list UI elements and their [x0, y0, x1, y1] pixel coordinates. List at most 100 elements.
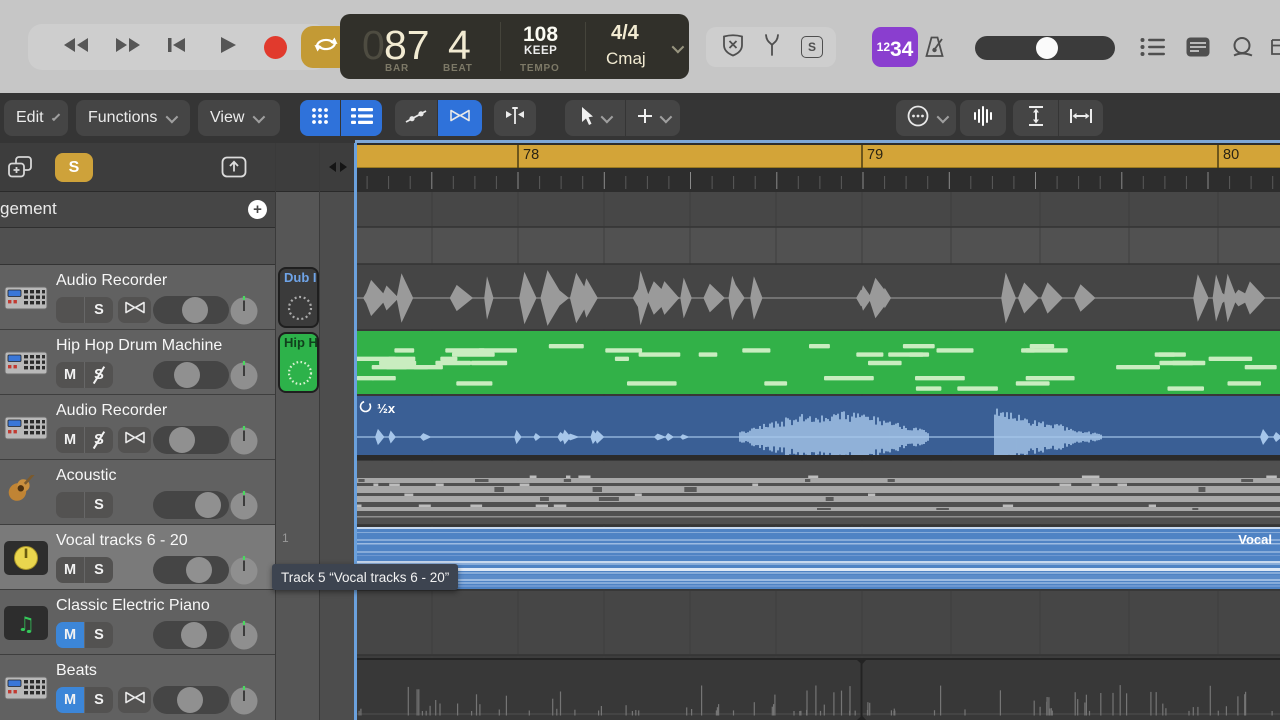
solo-button[interactable]: S: [84, 492, 113, 518]
tuner-button[interactable]: [754, 27, 790, 67]
region-audio-recorder[interactable]: [355, 265, 1280, 329]
track-name[interactable]: Hip Hop Drum Machine: [56, 337, 222, 355]
horizontal-auto-zoom-button[interactable]: [1059, 100, 1103, 136]
play-button[interactable]: [210, 24, 246, 70]
secondary-tool-menu[interactable]: [626, 100, 680, 136]
pointer-tool-menu[interactable]: [565, 100, 625, 136]
lcd-chevron-down-icon[interactable]: [672, 40, 681, 58]
notes-button[interactable]: [1186, 37, 1210, 62]
pan-knob[interactable]: [228, 619, 260, 651]
track-solo-quick-button[interactable]: S: [55, 153, 93, 182]
region-vocal-stack[interactable]: Vocal: [355, 527, 1280, 589]
volume-slider[interactable]: [153, 361, 229, 389]
pan-knob[interactable]: [228, 684, 260, 716]
browser-button[interactable]: [1270, 37, 1280, 62]
functions-menu[interactable]: Functions: [76, 100, 190, 136]
solo-button[interactable]: S: [84, 557, 113, 583]
playhead[interactable]: [354, 143, 357, 720]
rewind-button[interactable]: [56, 24, 96, 70]
live-loops-grid-button[interactable]: [300, 100, 340, 136]
freeze-button[interactable]: [118, 297, 151, 323]
mute-button[interactable]: M: [56, 687, 84, 713]
volume-slider[interactable]: [153, 426, 229, 454]
hide-tracks-button[interactable]: [221, 156, 247, 183]
volume-slider[interactable]: [153, 686, 229, 714]
solo-button[interactable]: S: [84, 687, 113, 713]
solo-button[interactable]: S: [84, 427, 113, 453]
record-button[interactable]: [264, 36, 287, 59]
bar-ruler[interactable]: 787980: [355, 143, 1280, 192]
live-loops-cell-dub[interactable]: Dub I: [278, 267, 319, 328]
flex-button[interactable]: [494, 100, 536, 136]
new-track-button[interactable]: [6, 155, 34, 186]
volume-thumb[interactable]: [174, 362, 200, 388]
more-options-menu[interactable]: [896, 100, 956, 136]
volume-thumb[interactable]: [186, 557, 212, 583]
volume-slider[interactable]: [153, 296, 229, 324]
volume-slider[interactable]: [153, 621, 229, 649]
freeze-button[interactable]: [118, 687, 151, 713]
crossfade-button[interactable]: [438, 100, 482, 136]
solo-button[interactable]: S: [84, 362, 113, 388]
region-hiphop-midi[interactable]: [355, 331, 1280, 394]
loop-browser-button[interactable]: [1229, 36, 1255, 63]
track-name[interactable]: Classic Electric Piano: [56, 597, 210, 615]
track-name[interactable]: Vocal tracks 6 - 20: [56, 532, 188, 550]
vertical-auto-zoom-button[interactable]: [1013, 100, 1058, 136]
volume-thumb[interactable]: [182, 297, 208, 323]
mute-button[interactable]: M: [56, 362, 84, 388]
metronome-button[interactable]: [922, 35, 947, 64]
freeze-button[interactable]: [118, 427, 151, 453]
live-loops-cell-hiphop[interactable]: Hip H: [278, 332, 319, 393]
track-name[interactable]: Audio Recorder: [56, 402, 167, 420]
track-row-4[interactable]: Acoustic S: [0, 460, 275, 525]
mute-button[interactable]: [56, 297, 84, 323]
region-audio-halfspeed[interactable]: ½x: [355, 396, 1280, 455]
pan-knob[interactable]: [228, 294, 260, 326]
region-acoustic[interactable]: [355, 461, 1280, 524]
solo-button[interactable]: S: [84, 297, 113, 323]
volume-thumb[interactable]: [169, 427, 195, 453]
tracks-area[interactable]: ½x Vocal: [355, 192, 1280, 720]
track-row-5-selected[interactable]: Vocal tracks 6 - 20 MS: [0, 525, 275, 590]
track-row-3[interactable]: Audio Recorder MS: [0, 395, 275, 460]
divider-toggle-icon[interactable]: [328, 160, 348, 178]
lcd-display[interactable]: 0 87 4 BAR BEAT 108 KEEP TEMPO 4/4 Cmaj: [340, 14, 689, 79]
volume-thumb[interactable]: [181, 622, 207, 648]
volume-slider[interactable]: [153, 556, 229, 584]
replace-button[interactable]: [714, 27, 752, 67]
automation-button[interactable]: [395, 100, 437, 136]
pan-knob[interactable]: [228, 424, 260, 456]
track-name[interactable]: Beats: [56, 662, 97, 680]
edit-menu[interactable]: Edit: [4, 100, 68, 136]
track-row-2[interactable]: Hip Hop Drum Machine MS: [0, 330, 275, 395]
track-name[interactable]: Audio Recorder: [56, 272, 167, 290]
go-to-beginning-button[interactable]: [158, 24, 194, 70]
volume-slider[interactable]: [153, 491, 229, 519]
track-row-1[interactable]: Audio Recorder S: [0, 265, 275, 330]
master-volume-thumb[interactable]: [1036, 37, 1058, 59]
forward-button[interactable]: [108, 24, 148, 70]
tracks-view-button[interactable]: [341, 100, 382, 136]
solo-mode-button[interactable]: S: [794, 27, 830, 67]
view-menu[interactable]: View: [198, 100, 280, 136]
volume-thumb[interactable]: [177, 687, 203, 713]
mute-button[interactable]: M: [56, 622, 84, 648]
track-row-6[interactable]: ♫ Classic Electric Piano MS: [0, 590, 275, 655]
add-arrangement-marker-button[interactable]: +: [248, 200, 267, 219]
solo-button[interactable]: S: [84, 622, 113, 648]
waveform-zoom-button[interactable]: [960, 100, 1006, 136]
track-name[interactable]: Acoustic: [56, 467, 116, 485]
master-volume-slider[interactable]: [975, 36, 1115, 60]
mute-button[interactable]: M: [56, 557, 84, 583]
volume-thumb[interactable]: [195, 492, 221, 518]
count-in-button[interactable]: 1234: [872, 27, 918, 67]
pan-knob[interactable]: [228, 359, 260, 391]
mute-button[interactable]: [56, 492, 84, 518]
track-row-7[interactable]: Beats MS: [0, 655, 275, 720]
mute-button[interactable]: M: [56, 427, 84, 453]
list-editors-button[interactable]: [1140, 37, 1166, 62]
pan-knob[interactable]: [228, 554, 260, 586]
pan-knob[interactable]: [228, 489, 260, 521]
region-beats[interactable]: [355, 658, 1280, 720]
